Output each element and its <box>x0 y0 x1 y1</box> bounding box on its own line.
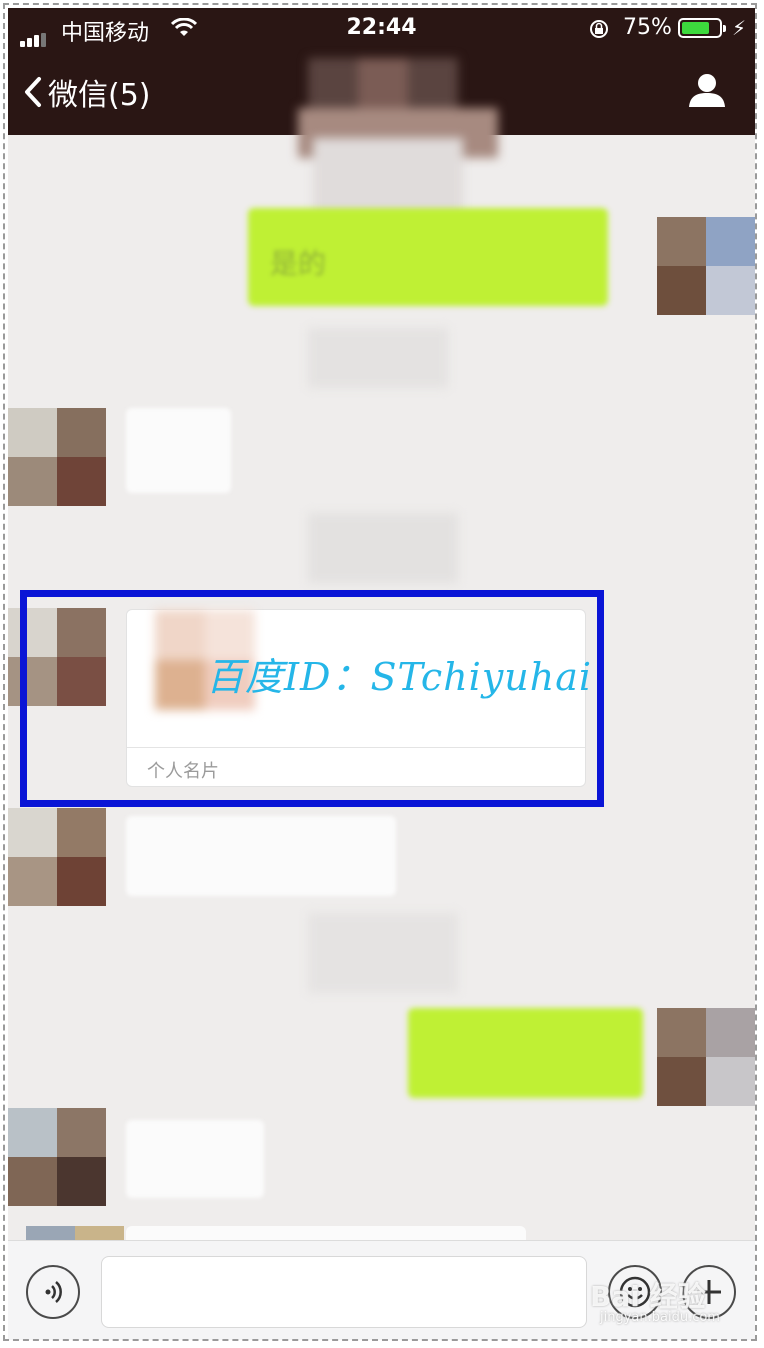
contact-avatar <box>8 1108 106 1206</box>
battery-icon <box>678 18 726 38</box>
message-input[interactable] <box>101 1256 587 1328</box>
top-bar: 中国移动 22:44 75% ⚡ 微信(5) <box>8 8 755 158</box>
contact-info-button[interactable] <box>688 72 726 112</box>
my-avatar <box>657 217 755 315</box>
voice-button[interactable] <box>26 1265 80 1319</box>
chevron-left-icon <box>25 77 41 107</box>
contact-avatar <box>8 808 106 906</box>
person-icon <box>689 74 725 107</box>
my-avatar <box>657 1008 755 1106</box>
timestamp-blurred <box>308 913 458 993</box>
battery-percent: 75% <box>623 15 672 40</box>
back-label: 微信(5) <box>48 78 151 113</box>
sent-message-text: 是的 <box>270 247 327 280</box>
rotation-lock-icon <box>588 18 610 46</box>
watermark-id-text: 百度ID：STchiyuhai <box>206 655 593 699</box>
back-button[interactable]: 微信(5) <box>24 70 151 114</box>
chat-screen: 中国移动 22:44 75% ⚡ 微信(5) 是的 个人名片 百度ID：STch… <box>8 8 755 1340</box>
timestamp-blurred <box>308 328 448 388</box>
charging-icon: ⚡ <box>732 16 747 40</box>
sent-message-bubble[interactable] <box>408 1008 643 1098</box>
timestamp-blurred <box>308 513 458 583</box>
baidu-watermark-url: jingyan.baidu.com <box>600 1310 720 1325</box>
voice-icon <box>45 1281 62 1303</box>
baidu-watermark-logo: Bai 经验 <box>590 1280 706 1313</box>
contact-avatar <box>8 408 106 506</box>
received-message-bubble[interactable] <box>126 1120 264 1198</box>
status-bar: 中国移动 22:44 75% ⚡ <box>8 8 755 50</box>
received-message-bubble[interactable] <box>126 408 231 493</box>
received-message-bubble[interactable] <box>126 816 396 896</box>
